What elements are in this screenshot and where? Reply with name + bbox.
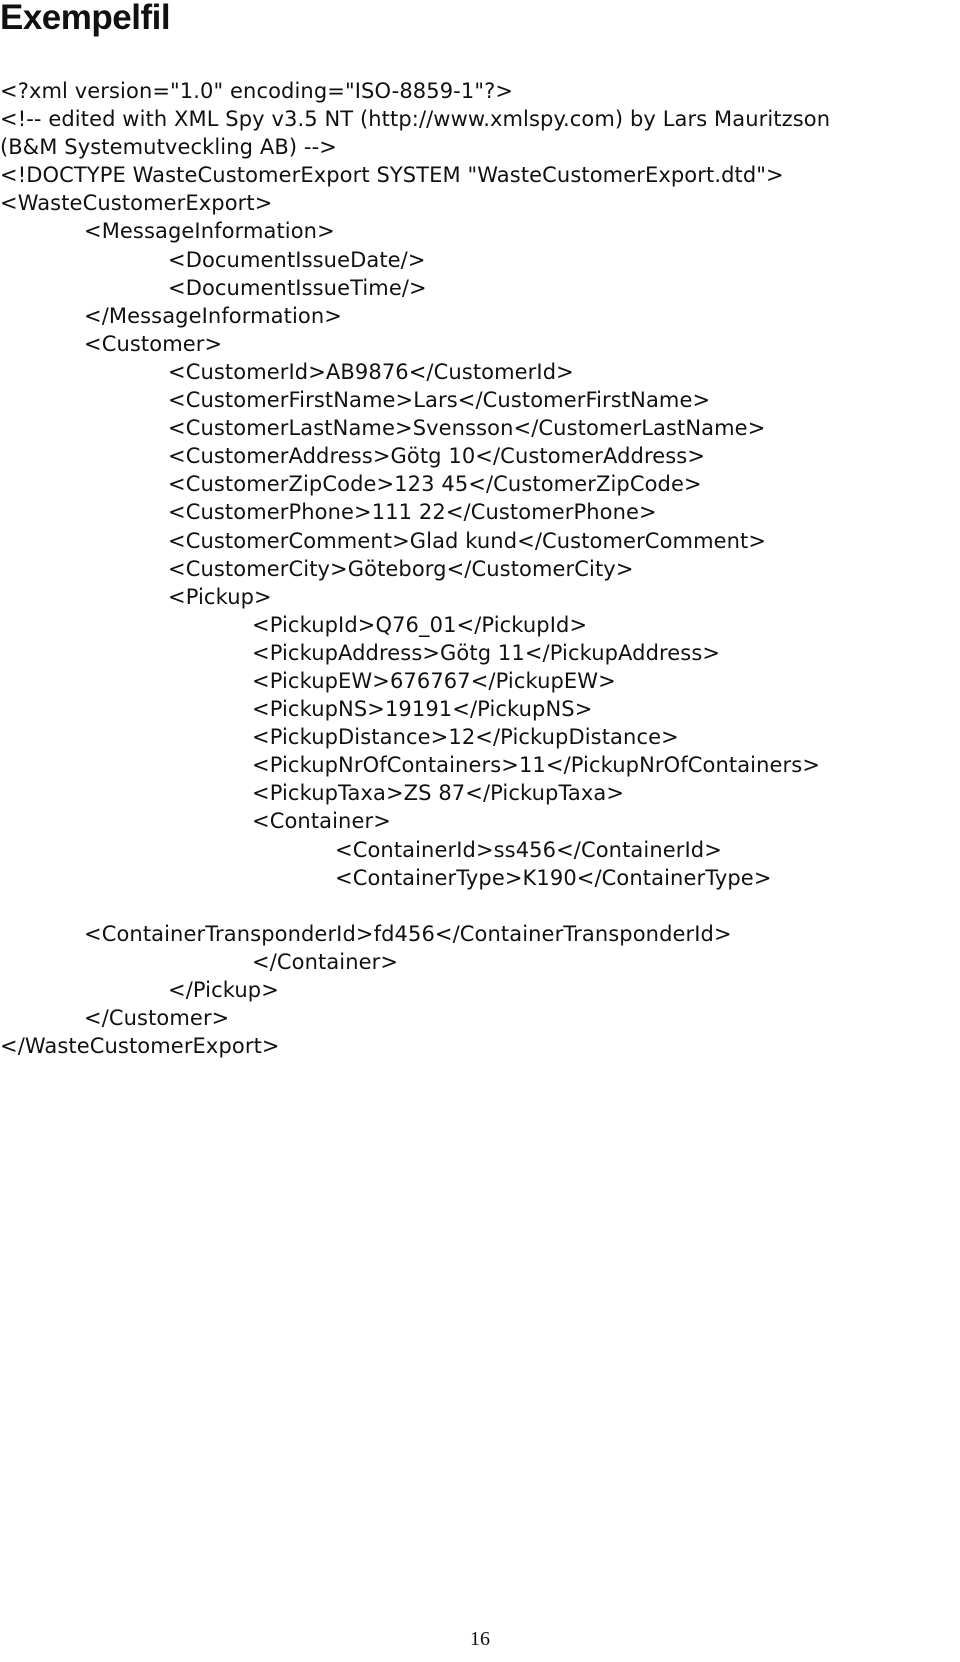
- xml-line: <CustomerFirstName>Lars</CustomerFirstNa…: [168, 388, 711, 413]
- xml-line: <ContainerId>ss456</ContainerId>: [335, 837, 722, 862]
- xml-example-listing: <?xml version="1.0" encoding="ISO-8859-1…: [0, 77, 960, 1060]
- xml-line: </Customer>: [84, 1006, 230, 1031]
- xml-line: <PickupAddress>Götg 11</PickupAddress>: [252, 640, 721, 665]
- xml-line: <Container>: [252, 809, 391, 834]
- xml-line: <PickupNS>19191</PickupNS>: [252, 697, 593, 722]
- xml-line: <DocumentIssueTime/>: [168, 275, 427, 300]
- xml-line: <PickupNrOfContainers>11</PickupNrOfCont…: [252, 753, 821, 778]
- xml-line: <PickupId>Q76_01</PickupId>: [252, 612, 588, 637]
- xml-line: <CustomerCity>Göteborg</CustomerCity>: [168, 556, 634, 581]
- xml-line: <CustomerPhone>111 22</CustomerPhone>: [168, 500, 657, 525]
- xml-line: <Customer>: [84, 331, 223, 356]
- xml-line: <CustomerComment>Glad kund</CustomerComm…: [168, 528, 767, 553]
- xml-line: </WasteCustomerExport>: [0, 1034, 280, 1059]
- xml-line: <CustomerZipCode>123 45</CustomerZipCode…: [168, 472, 702, 497]
- xml-line: <DocumentIssueDate/>: [168, 247, 426, 272]
- xml-line: <PickupTaxa>ZS 87</PickupTaxa>: [252, 781, 625, 806]
- xml-line: <MessageInformation>: [84, 219, 335, 244]
- xml-line: <PickupEW>676767</PickupEW>: [252, 668, 616, 693]
- xml-line: <CustomerLastName>Svensson</CustomerLast…: [168, 416, 766, 441]
- xml-line: <Pickup>: [168, 584, 272, 609]
- xml-line: <ContainerType>K190</ContainerType>: [335, 865, 772, 890]
- xml-line: <WasteCustomerExport>: [0, 191, 273, 216]
- xml-line: <CustomerAddress>Götg 10</CustomerAddres…: [168, 444, 706, 469]
- xml-line: <PickupDistance>12</PickupDistance>: [252, 725, 679, 750]
- xml-line: <!-- edited with XML Spy v3.5 NT (http:/…: [0, 107, 831, 132]
- xml-line: </Container>: [252, 949, 399, 974]
- xml-line: <CustomerId>AB9876</CustomerId>: [168, 359, 574, 384]
- xml-line: (B&M Systemutveckling AB) -->: [0, 135, 337, 160]
- xml-line: <?xml version="1.0" encoding="ISO-8859-1…: [0, 79, 514, 103]
- xml-line: </Pickup>: [168, 978, 279, 1002]
- xml-line: </MessageInformation>: [84, 303, 342, 328]
- page-title: Exempelfil: [0, 0, 171, 37]
- xml-line: <!DOCTYPE WasteCustomerExport SYSTEM "Wa…: [0, 163, 784, 188]
- xml-line: <ContainerTransponderId>fd456</Container…: [84, 921, 732, 946]
- page-number: 16: [470, 1628, 490, 1650]
